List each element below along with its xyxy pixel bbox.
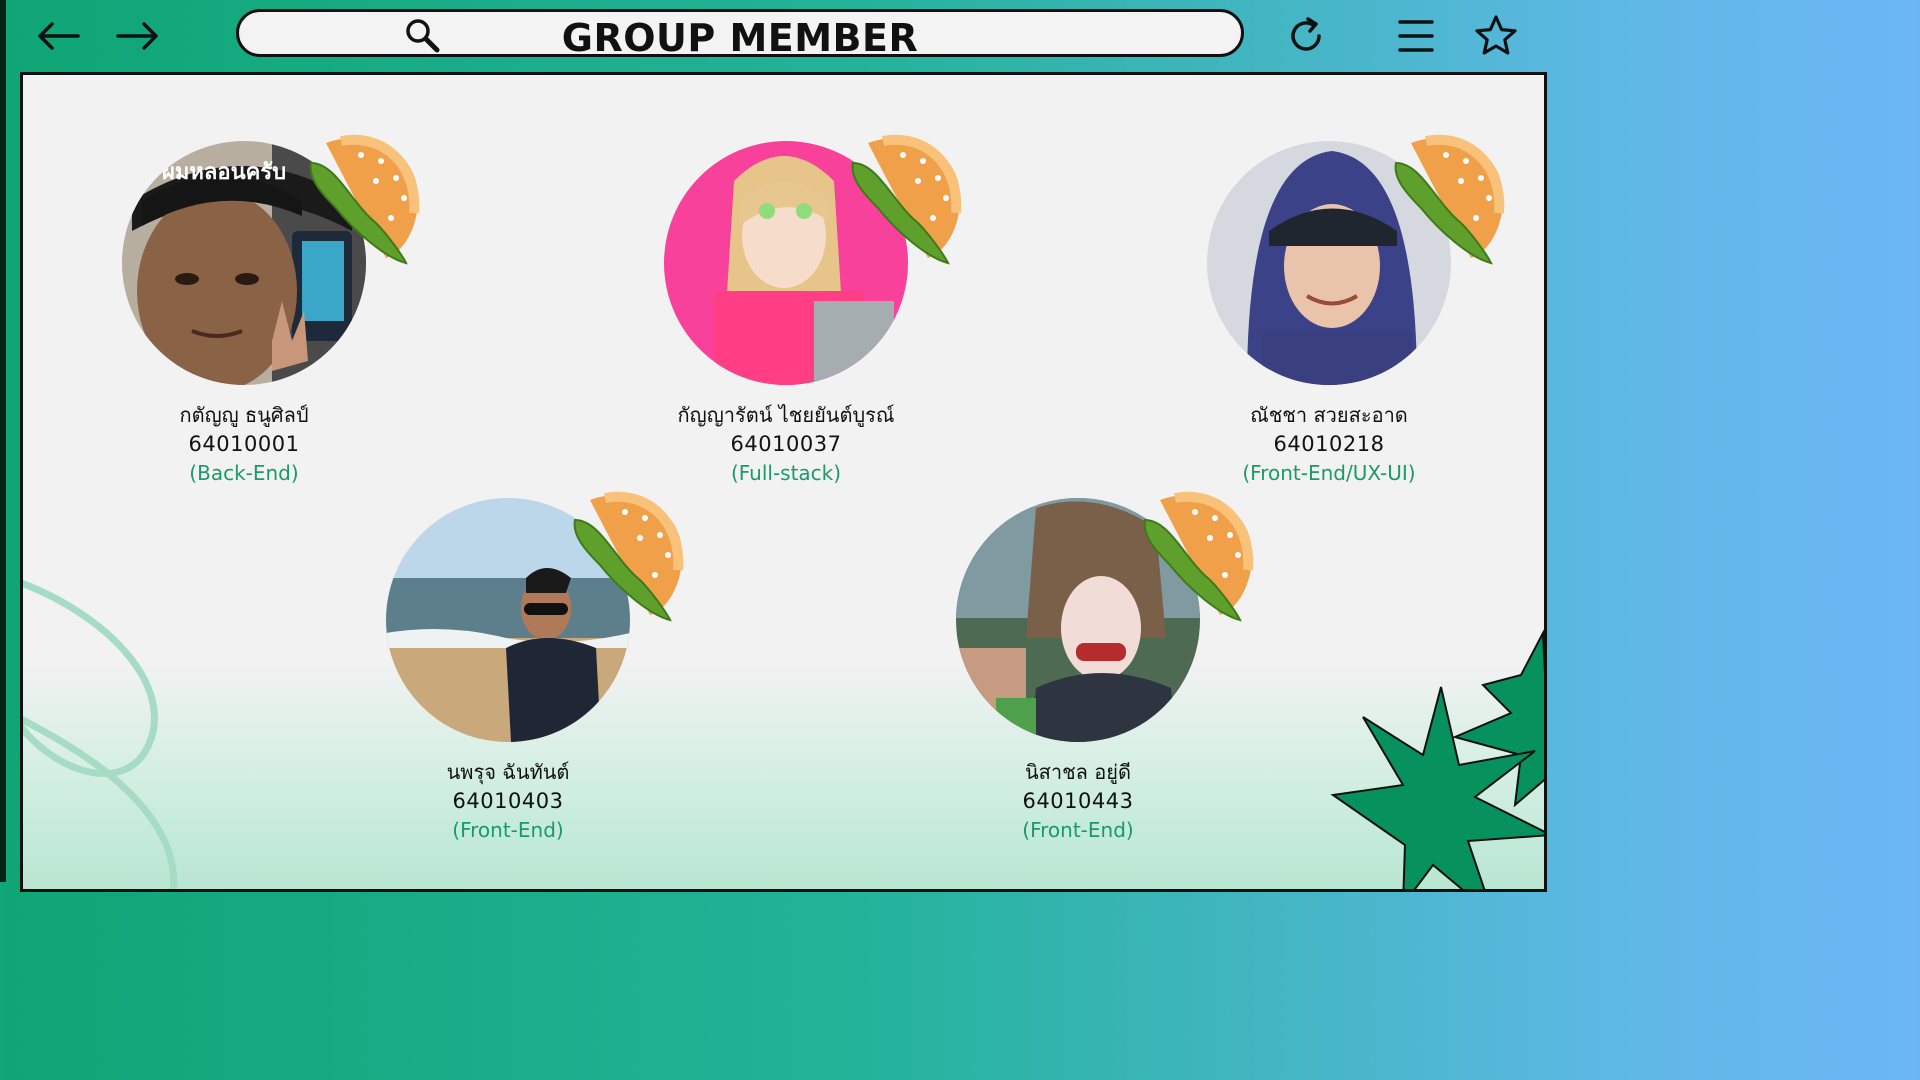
member-role: (Front-End/UX-UI) — [1242, 461, 1416, 485]
page-title: GROUP MEMBER — [561, 16, 919, 60]
member-card: นิสาชล อยู่ดี 64010443 (Front-End) — [918, 491, 1254, 844]
refresh-button[interactable] — [1280, 14, 1332, 58]
burger-sticker-icon — [573, 491, 684, 622]
member-student-id: 64010218 — [1273, 432, 1385, 456]
back-button[interactable] — [32, 14, 84, 58]
member-student-id: 64010443 — [1022, 789, 1134, 813]
photo-caption: ผมหลอนครับ — [162, 160, 286, 185]
refresh-icon — [1291, 17, 1321, 51]
member-name: กตัญญู ธนูศิลป์ — [179, 403, 309, 427]
burger-sticker-icon — [309, 134, 420, 265]
member-card: กัญญารัตน์ ไชยยันต์บูรณ์ 64010037 (Full-… — [626, 134, 962, 487]
member-student-id: 64010403 — [452, 789, 564, 813]
member-name: นิสาชล อยู่ดี — [1024, 760, 1131, 784]
browser-toolbar: GROUP MEMBER — [0, 0, 1568, 72]
member-name: กัญญารัตน์ ไชยยันต์บูรณ์ — [677, 403, 895, 427]
burger-sticker-icon — [1143, 491, 1254, 622]
page-content: ผมหลอนครับ กตัญญู ธนูศิลป์ 64010001 (Bac… — [20, 72, 1547, 892]
member-role: (Front-End) — [1022, 818, 1134, 842]
arrow-right-icon — [116, 22, 158, 50]
menu-button[interactable] — [1390, 14, 1442, 58]
window-frame-edge — [0, 0, 6, 882]
forward-button[interactable] — [112, 14, 164, 58]
burger-sticker-icon — [1394, 134, 1505, 265]
member-student-id: 64010001 — [188, 432, 300, 456]
menu-icon — [1398, 20, 1434, 52]
member-card: ณัชชา สวยสะอาด 64010218 (Front-End/UX-UI… — [1169, 134, 1505, 487]
bookmark-button[interactable] — [1470, 14, 1522, 58]
member-name: นพรุจ ฉันทันต์ — [446, 760, 570, 784]
member-card: ผมหลอนครับ กตัญญู ธนูศิลป์ 64010001 (Bac… — [84, 134, 420, 487]
member-student-id: 64010037 — [730, 432, 842, 456]
star-icon — [1475, 15, 1517, 55]
member-card: นพรุจ ฉันทันต์ 64010403 (Front-End) — [348, 491, 684, 844]
member-role: (Full-stack) — [730, 461, 842, 485]
arrow-left-icon — [38, 22, 80, 50]
member-name: ณัชชา สวยสะอาด — [1250, 403, 1408, 427]
decorative-swirl — [23, 580, 158, 777]
burger-sticker-icon — [851, 134, 962, 265]
member-role: (Front-End) — [452, 818, 564, 842]
address-bar[interactable]: GROUP MEMBER — [236, 9, 1244, 60]
member-role: (Back-End) — [189, 461, 299, 485]
